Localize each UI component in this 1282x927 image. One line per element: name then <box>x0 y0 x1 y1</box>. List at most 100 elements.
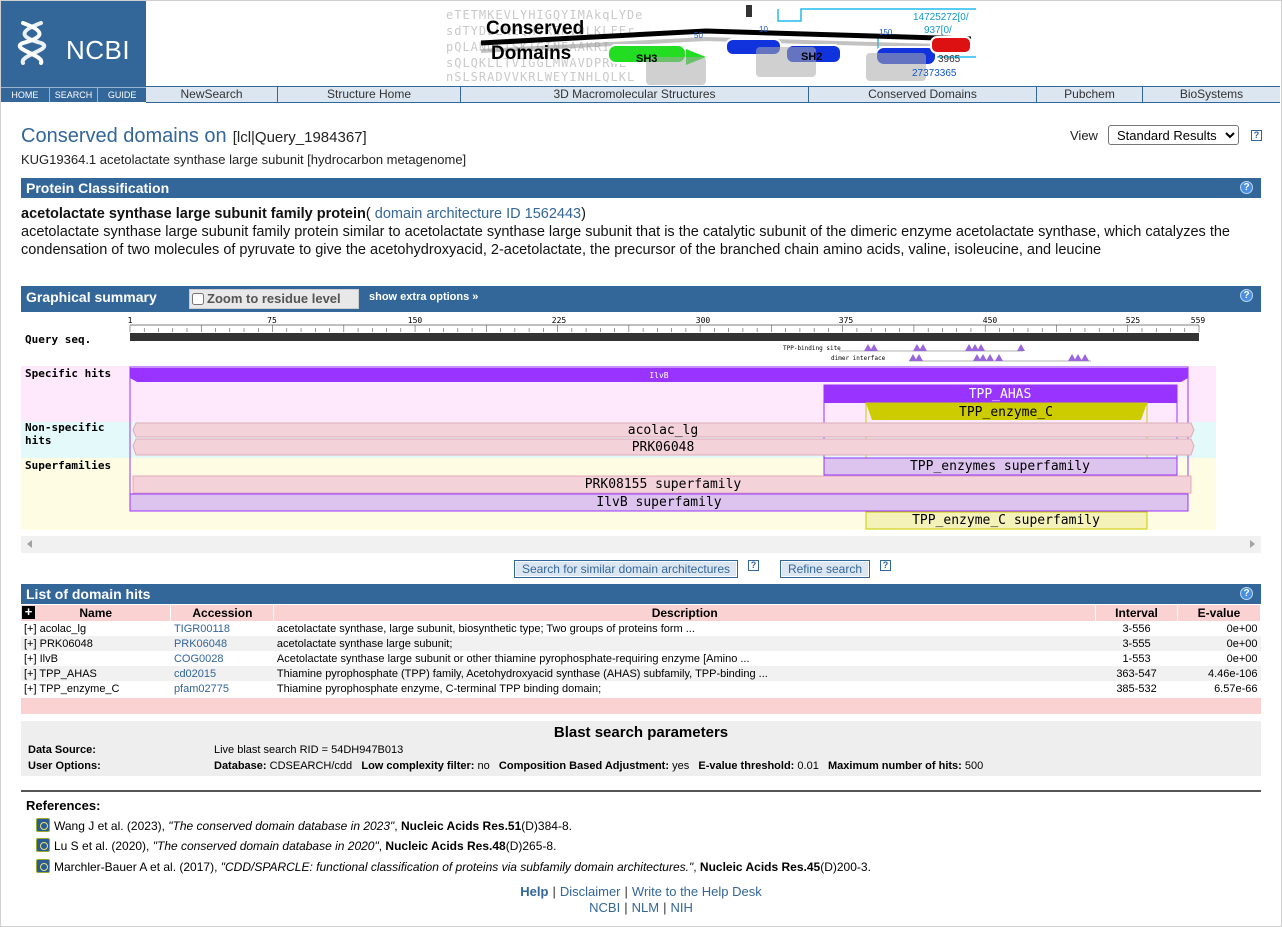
hit-name: TPP_enzyme_C <box>39 682 120 695</box>
col-name[interactable]: + Name <box>21 605 172 621</box>
logo-nav-home[interactable]: HOME <box>1 88 50 102</box>
tick-label-450: 450 <box>983 316 998 325</box>
hit-description: Thiamine pyrophosphate enzyme, C-termina… <box>273 681 1096 696</box>
zoom-checkbox[interactable] <box>192 293 204 305</box>
hit-name: TPP_AHAS <box>39 667 97 680</box>
col-evalue[interactable]: E-value <box>1177 605 1262 621</box>
banner-id-2: 3965 <box>938 54 961 65</box>
extra-options-link[interactable]: show extra options » <box>369 291 478 303</box>
prk06048-hit-label: PRK06048 <box>632 440 695 455</box>
cd-banner: eTETMKEVLYHIGQYIMAkqLYDe sdTYDLLNEQHVRER… <box>146 1 1280 87</box>
reference-item: Marchler-Bauer A et al. (2017), "CDD/SPA… <box>36 859 871 875</box>
row-expander[interactable]: [+] <box>24 623 37 635</box>
footer-write-helpdesk-link[interactable]: Write to the Help Desk <box>632 884 762 899</box>
col-description[interactable]: Description <box>273 605 1097 621</box>
hit-name: PRK06048 <box>39 637 93 650</box>
specific-hits-label: Specific hits <box>25 367 111 380</box>
hit-accession-link[interactable]: PRK06048 <box>174 638 227 650</box>
col-interval[interactable]: Interval <box>1095 605 1178 621</box>
hit-description: acetolactate synthase large subunit; <box>273 636 1096 651</box>
expand-all-icon[interactable]: + <box>22 605 35 619</box>
footer-nlm-link[interactable]: NLM <box>632 900 659 915</box>
view-help-icon[interactable]: ? <box>1250 129 1262 141</box>
domain-hits-help-icon[interactable]: ? <box>1240 587 1253 600</box>
zoom-toggle[interactable]: Zoom to residue level <box>189 289 359 309</box>
data-source-label: Data Source: <box>28 744 96 756</box>
logo-nav-search[interactable]: SEARCH <box>50 88 99 102</box>
nav-conserved-domains[interactable]: Conserved Domains <box>809 87 1037 102</box>
ncbi-logo-text: NCBI <box>66 35 131 65</box>
pubmed-icon[interactable] <box>36 838 50 852</box>
refine-search-button[interactable]: Refine search <box>780 560 870 578</box>
row-expander[interactable]: [+] <box>24 668 37 680</box>
tick-label-75: 75 <box>267 316 277 325</box>
hit-interval: 1-553 <box>1095 651 1178 666</box>
banner-id-0: 14725272[0/ <box>913 12 969 23</box>
tpp-ahas-hit-label: TPP_AHAS <box>969 387 1032 402</box>
hit-description: Acetolactate synthase large subunit or o… <box>273 651 1096 666</box>
query-id: [lcl|Query_1984367] <box>232 129 367 146</box>
ilvb-hit-label: IlvB <box>649 371 668 380</box>
footer-nih-link[interactable]: NIH <box>670 900 692 915</box>
graphical-help-icon[interactable]: ? <box>1240 289 1253 302</box>
hit-accession-link[interactable]: COG0028 <box>174 653 224 665</box>
blast-title: Blast search parameters <box>553 724 729 741</box>
banner-label-sh3: SH3 <box>636 53 657 65</box>
nav-biosystems[interactable]: BioSystems <box>1143 87 1280 102</box>
nav-newsearch[interactable]: NewSearch <box>146 87 278 102</box>
site-markers <box>864 344 1089 361</box>
similar-arch-help-icon[interactable]: ? <box>748 560 759 571</box>
hit-accession-link[interactable]: TIGR00118 <box>174 623 230 635</box>
table-row: [+] acolac_lg TIGR00118 acetolactate syn… <box>21 621 1261 636</box>
nav-3d-structures[interactable]: 3D Macromolecular Structures <box>461 87 809 102</box>
hit-accession-link[interactable]: pfam02775 <box>174 683 229 695</box>
nonspecific-hits-label-2: hits <box>25 434 52 447</box>
hit-interval: 385-532 <box>1095 681 1178 696</box>
banner-id-1: 937[0/ <box>924 25 952 36</box>
banner-title-line-1: Conserved <box>486 18 584 39</box>
svg-text:50: 50 <box>694 31 703 40</box>
blast-parameters: Blast search parameters Data Source: Liv… <box>21 721 1261 776</box>
tick-label-225: 225 <box>552 316 567 325</box>
family-description: acetolactate synthase large subunit fami… <box>21 224 1230 258</box>
domain-graphic: Query seq. Specific hits Non-specific hi… <box>21 316 1216 530</box>
table-header-row: + Name Accession Description Interval E-v… <box>21 605 1262 621</box>
arch-close-paren: ) <box>581 206 586 222</box>
nav-pubchem[interactable]: Pubchem <box>1037 87 1143 102</box>
footer-disclaimer-link[interactable]: Disclaimer <box>560 884 621 899</box>
scroll-right-arrow-icon[interactable] <box>1250 540 1255 548</box>
pubmed-icon[interactable] <box>36 818 50 832</box>
scroll-left-arrow-icon[interactable] <box>27 540 32 548</box>
view-select[interactable]: Standard Results <box>1107 125 1239 145</box>
classification-help-icon[interactable]: ? <box>1240 181 1253 194</box>
col-accession[interactable]: Accession <box>170 605 275 621</box>
hit-accession-link[interactable]: cd02015 <box>174 668 216 680</box>
graphic-scrollbar[interactable] <box>21 536 1261 553</box>
banner-label-sh2: SH2 <box>801 51 822 63</box>
ncbi-logo[interactable]: NCBI <box>1 1 146 87</box>
refine-help-icon[interactable]: ? <box>880 560 891 571</box>
row-expander[interactable]: [+] <box>24 638 37 650</box>
data-source-value: Live blast search RID = 54DH947B013 <box>214 744 404 756</box>
nav-structure-home[interactable]: Structure Home <box>278 87 461 102</box>
hit-evalue: 4.46e-106 <box>1177 666 1261 681</box>
svg-text:150: 150 <box>879 28 893 37</box>
banner-id-3: 27373365 <box>912 68 957 79</box>
domain-architecture-link[interactable]: domain architecture ID 1562443 <box>375 206 581 222</box>
footer-ncbi-link[interactable]: NCBI <box>589 900 620 915</box>
logo-nav-guide[interactable]: GUIDE <box>98 88 146 102</box>
tick-label-1: 1 <box>128 316 133 325</box>
domain-hits-table: + Name Accession Description Interval E-v… <box>21 605 1262 696</box>
hit-interval: 363-547 <box>1095 666 1178 681</box>
hit-name: acolac_lg <box>39 622 87 635</box>
acolac-lg-hit-label: acolac_lg <box>628 423 698 438</box>
row-expander[interactable]: [+] <box>24 653 37 665</box>
footer-help-link[interactable]: Help <box>520 884 548 899</box>
row-expander[interactable]: [+] <box>24 683 37 695</box>
query-seq-bar <box>130 333 1199 341</box>
search-similar-architectures-button[interactable]: Search for similar domain architectures <box>514 560 738 578</box>
pubmed-icon[interactable] <box>36 859 50 873</box>
family-name: acetolactate synthase large subunit fami… <box>21 206 366 222</box>
ruler-ticks <box>129 325 1200 332</box>
references-heading: References: <box>26 798 101 813</box>
